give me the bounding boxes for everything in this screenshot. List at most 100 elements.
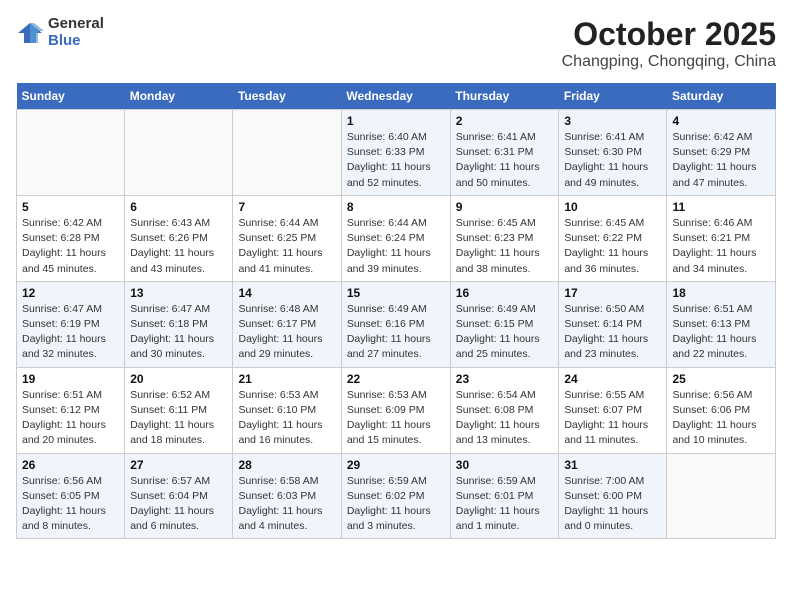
day-number: 31 bbox=[564, 458, 661, 472]
day-info: Sunrise: 6:51 AMSunset: 6:13 PMDaylight:… bbox=[672, 302, 770, 363]
day-number: 27 bbox=[130, 458, 227, 472]
day-info: Sunrise: 6:58 AMSunset: 6:03 PMDaylight:… bbox=[238, 474, 335, 535]
weekday-tuesday: Tuesday bbox=[233, 83, 341, 110]
day-cell: 27 Sunrise: 6:57 AMSunset: 6:04 PMDayligh… bbox=[125, 453, 233, 539]
day-cell: 17Sunrise: 6:50 AMSunset: 6:14 PMDayligh… bbox=[559, 281, 667, 367]
day-cell: 4 Sunrise: 6:42 AMSunset: 6:29 PMDaylight… bbox=[667, 110, 776, 196]
day-cell bbox=[125, 110, 233, 196]
day-cell: 7 Sunrise: 6:44 AMSunset: 6:25 PMDaylight… bbox=[233, 195, 341, 281]
day-cell: 26 Sunrise: 6:56 AMSunset: 6:05 PMDayligh… bbox=[17, 453, 125, 539]
day-info: Sunrise: 6:47 AMSunset: 6:18 PMDaylight:… bbox=[130, 302, 227, 363]
weekday-friday: Friday bbox=[559, 83, 667, 110]
day-number: 22 bbox=[347, 372, 445, 386]
day-info: Sunrise: 6:44 AMSunset: 6:25 PMDaylight:… bbox=[238, 216, 335, 277]
day-number: 16 bbox=[456, 286, 554, 300]
day-info: Sunrise: 6:59 AMSunset: 6:01 PMDaylight:… bbox=[456, 474, 554, 535]
day-info: Sunrise: 6:56 AMSunset: 6:06 PMDaylight:… bbox=[672, 388, 770, 449]
title-block: October 2025 Changping, Chongqing, China bbox=[562, 16, 776, 71]
day-number: 5 bbox=[22, 200, 119, 214]
week-row-1: 1 Sunrise: 6:40 AMSunset: 6:33 PMDaylight… bbox=[17, 110, 776, 196]
calendar-title: October 2025 bbox=[562, 16, 776, 53]
day-info: Sunrise: 7:00 AMSunset: 6:00 PMDaylight:… bbox=[564, 474, 661, 535]
day-cell: 20Sunrise: 6:52 AMSunset: 6:11 PMDayligh… bbox=[125, 367, 233, 453]
day-cell: 29Sunrise: 6:59 AMSunset: 6:02 PMDayligh… bbox=[341, 453, 450, 539]
day-number: 19 bbox=[22, 372, 119, 386]
day-info: Sunrise: 6:41 AMSunset: 6:30 PMDaylight:… bbox=[564, 130, 661, 191]
day-info: Sunrise: 6:49 AMSunset: 6:15 PMDaylight:… bbox=[456, 302, 554, 363]
day-info: Sunrise: 6:42 AMSunset: 6:28 PMDaylight:… bbox=[22, 216, 119, 277]
day-number: 14 bbox=[238, 286, 335, 300]
day-number: 4 bbox=[672, 114, 770, 128]
weekday-header-row: SundayMondayTuesdayWednesdayThursdayFrid… bbox=[17, 83, 776, 110]
day-info: Sunrise: 6:45 AMSunset: 6:22 PMDaylight:… bbox=[564, 216, 661, 277]
day-info: Sunrise: 6:50 AMSunset: 6:14 PMDaylight:… bbox=[564, 302, 661, 363]
day-number: 25 bbox=[672, 372, 770, 386]
day-info: Sunrise: 6:54 AMSunset: 6:08 PMDaylight:… bbox=[456, 388, 554, 449]
logo: General Blue bbox=[16, 16, 104, 49]
day-cell: 8Sunrise: 6:44 AMSunset: 6:24 PMDaylight… bbox=[341, 195, 450, 281]
day-info: Sunrise: 6:46 AMSunset: 6:21 PMDaylight:… bbox=[672, 216, 770, 277]
day-cell: 6Sunrise: 6:43 AMSunset: 6:26 PMDaylight… bbox=[125, 195, 233, 281]
day-cell: 13 Sunrise: 6:47 AMSunset: 6:18 PMDayligh… bbox=[125, 281, 233, 367]
day-info: Sunrise: 6:59 AMSunset: 6:02 PMDaylight:… bbox=[347, 474, 445, 535]
day-info: Sunrise: 6:41 AMSunset: 6:31 PMDaylight:… bbox=[456, 130, 554, 191]
day-number: 18 bbox=[672, 286, 770, 300]
day-number: 26 bbox=[22, 458, 119, 472]
day-cell: 23 Sunrise: 6:54 AMSunset: 6:08 PMDayligh… bbox=[450, 367, 559, 453]
day-number: 9 bbox=[456, 200, 554, 214]
day-info: Sunrise: 6:57 AMSunset: 6:04 PMDaylight:… bbox=[130, 474, 227, 535]
day-number: 3 bbox=[564, 114, 661, 128]
weekday-wednesday: Wednesday bbox=[341, 83, 450, 110]
day-info: Sunrise: 6:48 AMSunset: 6:17 PMDaylight:… bbox=[238, 302, 335, 363]
day-info: Sunrise: 6:42 AMSunset: 6:29 PMDaylight:… bbox=[672, 130, 770, 191]
day-cell bbox=[233, 110, 341, 196]
day-info: Sunrise: 6:52 AMSunset: 6:11 PMDaylight:… bbox=[130, 388, 227, 449]
week-row-5: 26 Sunrise: 6:56 AMSunset: 6:05 PMDayligh… bbox=[17, 453, 776, 539]
day-cell: 10 Sunrise: 6:45 AMSunset: 6:22 PMDayligh… bbox=[559, 195, 667, 281]
day-cell: 9Sunrise: 6:45 AMSunset: 6:23 PMDaylight… bbox=[450, 195, 559, 281]
day-cell: 15 Sunrise: 6:49 AMSunset: 6:16 PMDayligh… bbox=[341, 281, 450, 367]
day-info: Sunrise: 6:53 AMSunset: 6:10 PMDaylight:… bbox=[238, 388, 335, 449]
day-info: Sunrise: 6:55 AMSunset: 6:07 PMDaylight:… bbox=[564, 388, 661, 449]
week-row-3: 12Sunrise: 6:47 AMSunset: 6:19 PMDayligh… bbox=[17, 281, 776, 367]
day-number: 13 bbox=[130, 286, 227, 300]
day-info: Sunrise: 6:56 AMSunset: 6:05 PMDaylight:… bbox=[22, 474, 119, 535]
day-number: 15 bbox=[347, 286, 445, 300]
day-cell: 28Sunrise: 6:58 AMSunset: 6:03 PMDayligh… bbox=[233, 453, 341, 539]
weekday-monday: Monday bbox=[125, 83, 233, 110]
weekday-sunday: Sunday bbox=[17, 83, 125, 110]
day-cell: 2 Sunrise: 6:41 AMSunset: 6:31 PMDaylight… bbox=[450, 110, 559, 196]
day-number: 21 bbox=[238, 372, 335, 386]
day-cell: 21 Sunrise: 6:53 AMSunset: 6:10 PMDayligh… bbox=[233, 367, 341, 453]
day-number: 2 bbox=[456, 114, 554, 128]
logo-blue: Blue bbox=[48, 33, 104, 50]
day-info: Sunrise: 6:49 AMSunset: 6:16 PMDaylight:… bbox=[347, 302, 445, 363]
day-info: Sunrise: 6:40 AMSunset: 6:33 PMDaylight:… bbox=[347, 130, 445, 191]
calendar-table: SundayMondayTuesdayWednesdayThursdayFrid… bbox=[16, 83, 776, 539]
day-cell: 16 Sunrise: 6:49 AMSunset: 6:15 PMDayligh… bbox=[450, 281, 559, 367]
day-number: 1 bbox=[347, 114, 445, 128]
day-cell: 5 Sunrise: 6:42 AMSunset: 6:28 PMDaylight… bbox=[17, 195, 125, 281]
day-number: 12 bbox=[22, 286, 119, 300]
day-cell: 3 Sunrise: 6:41 AMSunset: 6:30 PMDaylight… bbox=[559, 110, 667, 196]
day-number: 30 bbox=[456, 458, 554, 472]
day-number: 7 bbox=[238, 200, 335, 214]
day-number: 23 bbox=[456, 372, 554, 386]
day-cell: 25 Sunrise: 6:56 AMSunset: 6:06 PMDayligh… bbox=[667, 367, 776, 453]
page-header: General Blue October 2025 Changping, Cho… bbox=[16, 16, 776, 71]
weekday-saturday: Saturday bbox=[667, 83, 776, 110]
calendar-subtitle: Changping, Chongqing, China bbox=[562, 53, 776, 71]
day-cell: 18 Sunrise: 6:51 AMSunset: 6:13 PMDayligh… bbox=[667, 281, 776, 367]
day-info: Sunrise: 6:51 AMSunset: 6:12 PMDaylight:… bbox=[22, 388, 119, 449]
weekday-thursday: Thursday bbox=[450, 83, 559, 110]
week-row-4: 19 Sunrise: 6:51 AMSunset: 6:12 PMDayligh… bbox=[17, 367, 776, 453]
logo-icon bbox=[16, 19, 44, 47]
day-number: 10 bbox=[564, 200, 661, 214]
day-number: 6 bbox=[130, 200, 227, 214]
day-cell: 31 Sunrise: 7:00 AMSunset: 6:00 PMDayligh… bbox=[559, 453, 667, 539]
day-number: 8 bbox=[347, 200, 445, 214]
day-cell: 22Sunrise: 6:53 AMSunset: 6:09 PMDayligh… bbox=[341, 367, 450, 453]
day-number: 11 bbox=[672, 200, 770, 214]
day-number: 24 bbox=[564, 372, 661, 386]
day-cell bbox=[17, 110, 125, 196]
